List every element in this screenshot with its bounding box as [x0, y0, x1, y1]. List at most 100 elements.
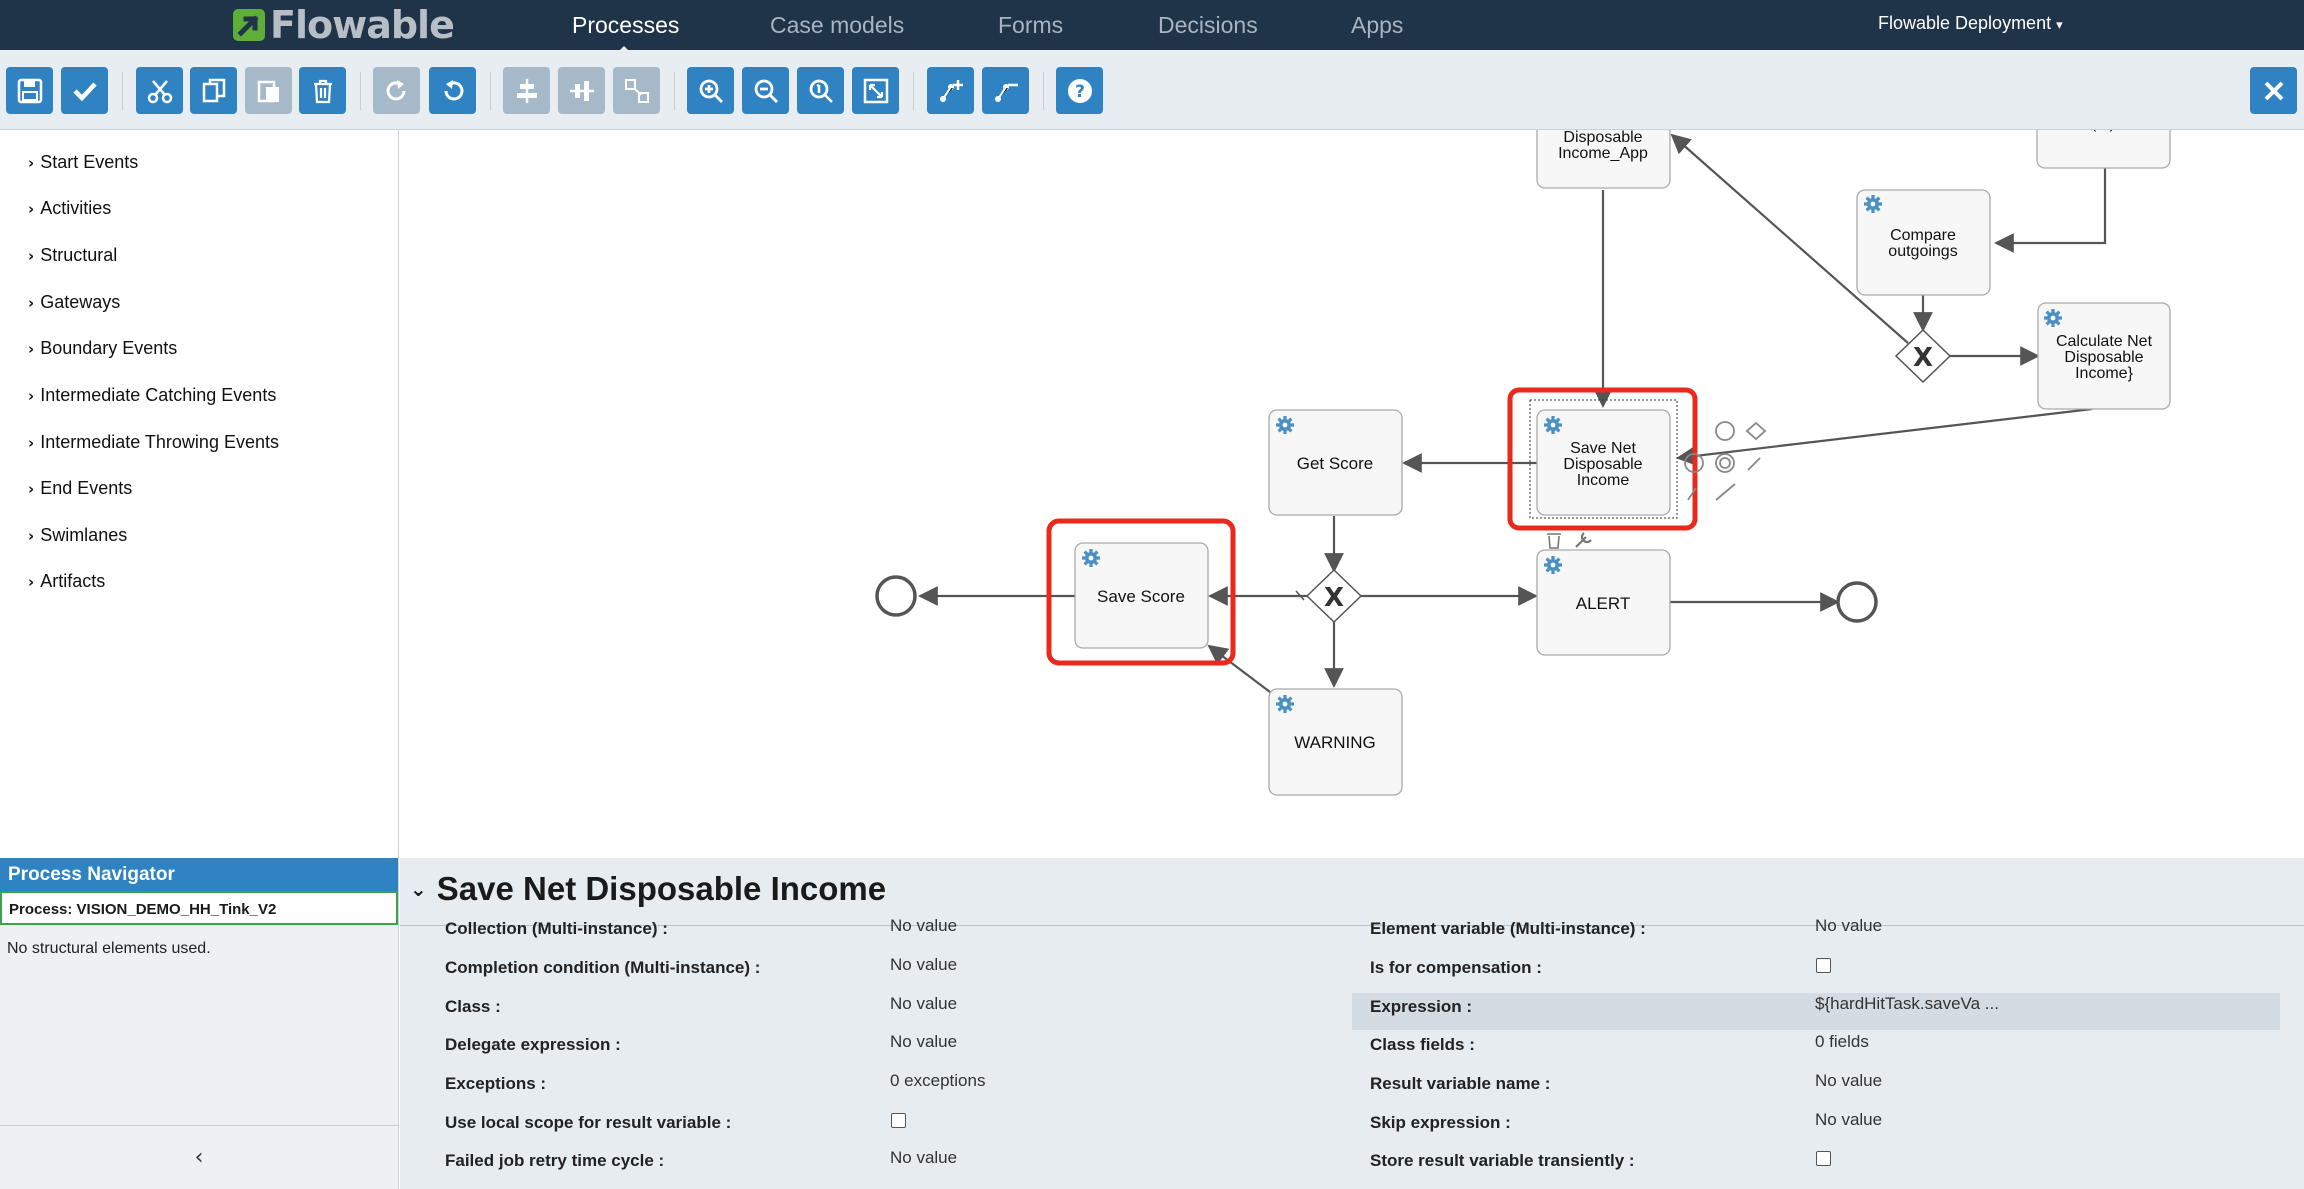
palette-label: Structural [40, 245, 118, 265]
end-event-right[interactable] [1836, 581, 1878, 623]
help-button[interactable]: ? [1056, 67, 1103, 114]
deployment-label: Flowable Deployment [1878, 13, 2052, 33]
palette-intermediate-catching-events[interactable]: › Intermediate Catching Events [28, 385, 276, 406]
validate-button[interactable] [61, 67, 108, 114]
task-partial-top-right[interactable]: (...) [2036, 130, 2171, 169]
prop-label-local-scope: Use local scope for result variable : [445, 1113, 732, 1132]
prop-value-result-variable[interactable]: No value [1815, 1071, 1882, 1091]
task-calculate-net-disposable-income[interactable]: Calculate Net Disposable Income} [2037, 302, 2171, 410]
diagram-canvas[interactable]: DisposableIncome_App (...) Compareoutgoi… [400, 130, 2304, 858]
prop-label-class-fields: Class fields : [1370, 1035, 1475, 1054]
task-label-line: outgoings [1888, 243, 1957, 260]
local-scope-checkbox[interactable] [891, 1113, 906, 1128]
undo-button[interactable] [429, 67, 476, 114]
flowable-logo-icon [233, 9, 265, 41]
palette-gateways[interactable]: › Gateways [28, 292, 120, 313]
prop-value-exceptions[interactable]: 0 exceptions [890, 1071, 985, 1091]
palette-swimlanes[interactable]: › Swimlanes [28, 525, 127, 546]
cut-button[interactable] [136, 67, 183, 114]
palette-label: Start Events [40, 152, 139, 172]
collapse-panel-button[interactable]: ‹ [0, 1125, 398, 1189]
zoom-out-button[interactable] [742, 67, 789, 114]
task-label-line: (...) [2091, 130, 2115, 132]
nav-apps[interactable]: Apps [1351, 12, 1403, 39]
copy-button[interactable] [190, 67, 237, 114]
exclusive-gateway-top[interactable]: X [1894, 328, 1952, 384]
prop-label-expression: Expression : [1370, 997, 1473, 1016]
prop-value-collection[interactable]: No value [890, 916, 957, 936]
zoom-fit-button[interactable] [852, 67, 899, 114]
zoom-actual-button[interactable] [797, 67, 844, 114]
save-button[interactable] [6, 67, 53, 114]
undo-icon [444, 79, 463, 100]
chevron-right-icon: › [28, 572, 35, 591]
task-label: Disposable Income_App [1558, 130, 1648, 162]
chevron-left-icon: ‹ [194, 1145, 204, 1170]
palette-end-events[interactable]: › End Events [28, 478, 132, 499]
end-event-left[interactable] [875, 575, 917, 617]
align-vertical-button[interactable] [558, 67, 605, 114]
end-event-shortcut-icon [1715, 421, 1735, 441]
task-get-score[interactable]: Get Score [1268, 409, 1403, 516]
chevron-right-icon: › [28, 386, 35, 405]
zoom-actual-icon [809, 79, 833, 103]
trash-icon [313, 79, 332, 103]
palette-activities[interactable]: › Activities [28, 198, 111, 219]
delete-shape-icon[interactable] [1547, 533, 1561, 549]
nav-processes[interactable]: Processes [572, 12, 679, 39]
task-label: Get Score [1297, 454, 1374, 473]
toolbar-divider [913, 72, 914, 110]
deployment-dropdown[interactable]: Flowable Deployment ▾ [1878, 13, 2063, 34]
prop-value-skip-expression[interactable]: No value [1815, 1110, 1882, 1130]
palette-start-events[interactable]: › Start Events [28, 152, 138, 173]
palette-structural[interactable]: › Structural [28, 245, 117, 266]
close-editor-button[interactable] [2250, 67, 2297, 114]
prop-value-failed-job-retry[interactable]: No value [890, 1148, 957, 1168]
intermediate-event-shortcut-icon [1715, 453, 1735, 473]
task-label-line: Disposable [1563, 130, 1642, 146]
toolbar-divider [490, 72, 491, 110]
store-transiently-checkbox[interactable] [1816, 1151, 1831, 1166]
palette-artifacts[interactable]: › Artifacts [28, 571, 105, 592]
compensation-checkbox[interactable] [1816, 958, 1831, 973]
toolbar-divider [122, 72, 123, 110]
bpmn-diagram[interactable]: DisposableIncome_App (...) Compareoutgoi… [400, 130, 2304, 858]
task-compare-outgoings[interactable]: Compare outgoings [1856, 189, 1991, 296]
prop-value-class[interactable]: No value [890, 994, 957, 1014]
gateway-shortcut-icon [1745, 421, 1767, 441]
task-save-score[interactable]: Save Score [1046, 518, 1236, 666]
palette-intermediate-throwing-events[interactable]: › Intermediate Throwing Events [28, 432, 279, 453]
prop-value-delegate-expression[interactable]: No value [890, 1032, 957, 1052]
nav-decisions[interactable]: Decisions [1158, 12, 1258, 39]
task-save-net-disposable-income[interactable]: Save Net Disposable Income [1507, 387, 1698, 531]
properties-header[interactable]: ⌄ Save Net Disposable Income [410, 870, 886, 908]
same-size-button[interactable] [613, 67, 660, 114]
add-bendpoint-button[interactable] [927, 67, 974, 114]
redo-button[interactable] [373, 67, 420, 114]
navigator-process[interactable]: Process: VISION_DEMO_HH_Tink_V2 [0, 891, 398, 925]
prop-value-class-fields[interactable]: 0 fields [1815, 1032, 1869, 1052]
wrench-icon[interactable] [1575, 532, 1592, 548]
task-warning[interactable]: WARNING [1268, 688, 1403, 796]
flowable-logo[interactable]: Flowable [232, 3, 455, 47]
prop-value-completion-condition[interactable]: No value [890, 955, 957, 975]
task-label: (...) [2091, 130, 2115, 132]
palette-boundary-events[interactable]: › Boundary Events [28, 338, 177, 359]
prop-label-exceptions: Exceptions : [445, 1074, 547, 1093]
task-alert[interactable]: ALERT [1536, 549, 1671, 656]
align-horizontal-button[interactable] [503, 67, 550, 114]
delete-button[interactable] [299, 67, 346, 114]
zoom-in-button[interactable] [687, 67, 734, 114]
palette-label: End Events [40, 478, 133, 498]
nav-case-models[interactable]: Case models [770, 12, 904, 39]
task-label-line: WARNING [1294, 733, 1376, 752]
task-disposable-income-app[interactable]: Disposable Income_App [1536, 130, 1671, 189]
prop-label-store-transiently: Store result variable transiently : [1370, 1151, 1635, 1170]
task-label-line: Compare [1890, 227, 1956, 244]
prop-value-element-variable[interactable]: No value [1815, 916, 1882, 936]
paste-button[interactable] [245, 67, 292, 114]
properties-title: Save Net Disposable Income [436, 870, 887, 907]
nav-forms[interactable]: Forms [998, 12, 1063, 39]
remove-bendpoint-button[interactable] [982, 67, 1029, 114]
prop-value-expression[interactable]: ${hardHitTask.saveVa ... [1815, 994, 1999, 1014]
